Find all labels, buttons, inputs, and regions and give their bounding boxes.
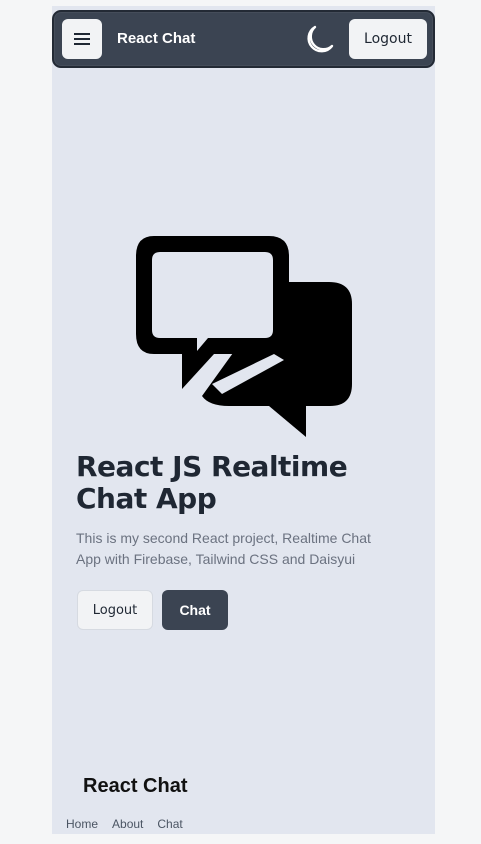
menu-button[interactable] [62, 19, 102, 59]
hero-title: React JS Realtime Chat App [76, 450, 348, 515]
footer-links: Home About Chat [66, 817, 183, 831]
hero-logout-button[interactable]: Logout [77, 590, 153, 630]
hero-chat-button[interactable]: Chat [162, 590, 228, 630]
navbar-logout-button[interactable]: Logout [349, 19, 427, 59]
footer-link-about[interactable]: About [112, 817, 143, 831]
moon-icon[interactable] [302, 23, 336, 57]
footer-link-home[interactable]: Home [66, 817, 98, 831]
footer-link-chat[interactable]: Chat [157, 817, 182, 831]
hamburger-icon [74, 33, 90, 45]
footer-title: React Chat [83, 775, 188, 797]
navbar-title[interactable]: React Chat [117, 30, 195, 47]
chat-bubbles-icon [136, 236, 352, 437]
app-container: React Chat Logout React JS Realtime Chat… [52, 6, 435, 834]
navbar: React Chat Logout [52, 10, 435, 68]
hero-description: This is my second React project, Realtim… [76, 530, 371, 567]
